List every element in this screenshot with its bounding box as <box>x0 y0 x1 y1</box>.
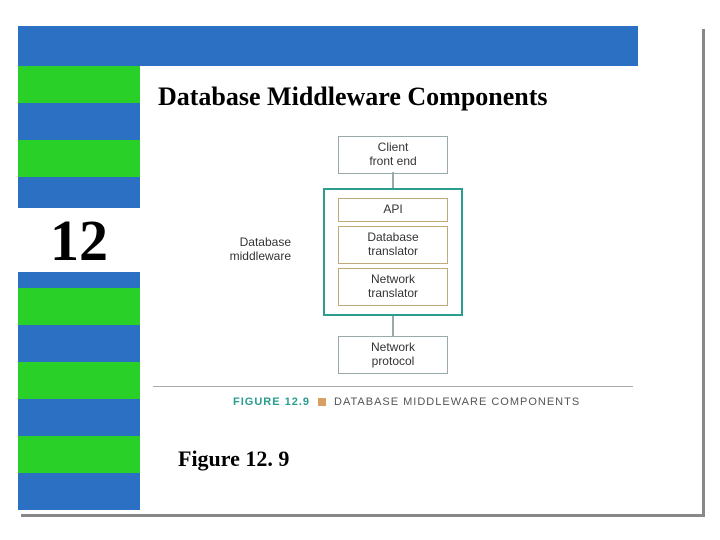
client-front-end-box: Clientfront end <box>338 136 448 174</box>
figure-label-small: FIGURE 12.9 <box>233 396 310 408</box>
sidebar-stripes <box>18 66 140 514</box>
chapter-number: 12 <box>18 208 140 272</box>
connector-line <box>392 172 394 188</box>
network-protocol-box: Networkprotocol <box>338 336 448 374</box>
stripe <box>18 140 140 177</box>
inline-figure-caption: FIGURE 12.9 DATABASE MIDDLEWARE COMPONEN… <box>233 396 580 408</box>
middleware-label: Databasemiddleware <box>211 236 291 264</box>
stripe <box>18 66 140 103</box>
stripe <box>18 288 140 325</box>
middleware-frame: API Databasetranslator Networktranslator <box>323 188 463 316</box>
stripe <box>18 436 140 473</box>
network-translator-box: Networktranslator <box>338 268 448 306</box>
marker-icon <box>318 398 326 406</box>
stripe <box>18 399 140 436</box>
page-title: Database Middleware Components <box>158 82 548 112</box>
content-area: Clientfront end Databasemiddleware API D… <box>153 136 633 396</box>
stripe <box>18 103 140 140</box>
connector-line <box>392 316 394 336</box>
figure-caption: Figure 12. 9 <box>178 446 289 472</box>
api-box: API <box>338 198 448 222</box>
stripe <box>18 473 140 510</box>
middleware-diagram: Clientfront end Databasemiddleware API D… <box>153 136 633 396</box>
slide-frame: 12 Database Middleware Components Client… <box>18 26 702 514</box>
stripe <box>18 362 140 399</box>
stripe <box>18 325 140 362</box>
separator-line <box>153 386 633 387</box>
header-bar <box>18 26 638 66</box>
figure-title-small: DATABASE MIDDLEWARE COMPONENTS <box>334 396 580 408</box>
database-translator-box: Databasetranslator <box>338 226 448 264</box>
